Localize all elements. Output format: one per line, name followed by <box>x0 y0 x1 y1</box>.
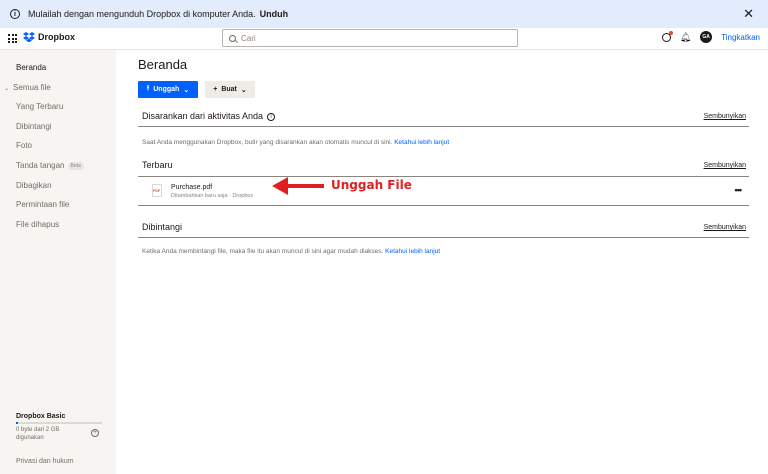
sidebar-item-photos[interactable]: Foto <box>16 141 32 150</box>
divider <box>138 205 749 206</box>
create-label: Buat <box>221 86 237 93</box>
banner-download-link[interactable]: Unduh <box>260 9 289 19</box>
upload-button[interactable]: ⭱ Unggah ⌄ <box>138 81 198 98</box>
storage-usage-text: 0 byte dari 2 GB digunakan <box>16 427 60 441</box>
sidebar-item-label: Semua file <box>13 83 51 92</box>
sidebar-item-all-files[interactable]: ⌄ Semua file <box>4 83 51 92</box>
header-actions: 🔔︎ GA Tingkatkan <box>661 30 760 43</box>
sidebar: Beranda ⌄ Semua file Yang Terbaru Dibinta… <box>0 50 116 474</box>
divider <box>138 126 749 127</box>
more-options-icon[interactable]: ••• <box>735 185 743 195</box>
plan-name: Dropbox Basic <box>16 413 66 420</box>
bell-icon[interactable]: 🔔︎ <box>680 32 691 43</box>
add-storage-icon[interactable]: + <box>91 429 99 437</box>
download-banner: i Mulailah dengan mengunduh Dropbox di k… <box>0 0 768 28</box>
sidebar-item-shared[interactable]: Dibagikan <box>16 181 52 190</box>
sidebar-item-label: Tanda tangan <box>16 161 65 170</box>
divider <box>138 237 749 238</box>
create-button[interactable]: + Buat ⌄ <box>205 81 255 98</box>
divider <box>138 176 749 177</box>
suggested-description: Saat Anda menggunakan Dropbox, butir yan… <box>142 139 449 146</box>
plus-icon: + <box>213 86 218 93</box>
notification-dot-icon[interactable] <box>661 30 673 42</box>
avatar[interactable]: GA <box>700 31 713 43</box>
upload-label: Unggah <box>153 86 180 93</box>
dropbox-logo-icon <box>23 32 35 42</box>
close-icon[interactable]: ✕ <box>743 7 754 20</box>
starred-learn-more-link[interactable]: Ketahui lebih lanjut <box>385 248 440 255</box>
sidebar-item-signatures[interactable]: Tanda tangan Beta <box>16 161 84 170</box>
sidebar-item-starred[interactable]: Dibintangi <box>16 122 52 131</box>
page-title: Beranda <box>138 57 188 72</box>
recent-hide-button[interactable]: Sembunyikan <box>704 162 746 169</box>
brand-name: Dropbox <box>38 32 75 42</box>
starred-hide-button[interactable]: Sembunyikan <box>704 224 746 231</box>
info-icon[interactable]: i <box>267 112 276 121</box>
info-icon: i <box>10 9 20 19</box>
chevron-down-icon: ⌄ <box>240 86 247 94</box>
starred-description: Ketika Anda membintangi file, maka file … <box>142 248 440 255</box>
suggested-title-text: Disarankan dari aktivitas Anda <box>142 111 264 121</box>
sidebar-item-home[interactable]: Beranda <box>16 63 46 72</box>
search-icon <box>229 34 236 42</box>
starred-text: Ketika Anda membintangi file, maka file … <box>142 248 384 255</box>
recent-section-title: Terbaru <box>142 160 173 170</box>
file-row[interactable]: Purchase.pdf Ditambahkan baru saja · Dro… <box>138 178 749 205</box>
suggested-learn-more-link[interactable]: Ketahui lebih lanjut <box>394 139 449 146</box>
beta-badge: Beta <box>67 161 84 170</box>
annotation-label: Unggah File <box>331 178 412 192</box>
suggested-section-title: Disarankan dari aktivitas Anda i <box>142 111 276 121</box>
search-placeholder: Cari <box>241 33 256 43</box>
suggested-text: Saat Anda menggunakan Dropbox, butir yan… <box>142 139 393 146</box>
app-grid-icon[interactable] <box>8 34 17 43</box>
storage-progress-fill <box>16 422 18 424</box>
banner-message: Mulailah dengan mengunduh Dropbox di kom… <box>28 9 256 19</box>
storage-progress-bar <box>16 422 102 424</box>
dropbox-logo[interactable]: Dropbox <box>23 32 75 42</box>
sidebar-item-deleted-files[interactable]: File dihapus <box>16 220 59 229</box>
sidebar-item-recent[interactable]: Yang Terbaru <box>16 102 63 111</box>
chevron-down-icon: ⌄ <box>183 86 190 94</box>
starred-section-title: Dibintangi <box>142 222 183 232</box>
privacy-link[interactable]: Privasi dan hukum <box>16 458 74 465</box>
upgrade-link[interactable]: Tingkatkan <box>721 33 760 42</box>
suggested-hide-button[interactable]: Sembunyikan <box>704 113 746 120</box>
sidebar-item-file-requests[interactable]: Permintaan file <box>16 200 69 209</box>
upload-icon: ⭱ <box>146 85 150 92</box>
file-name[interactable]: Purchase.pdf <box>171 184 212 191</box>
file-meta: Ditambahkan baru saja · Dropbox <box>171 193 254 199</box>
search-input[interactable]: Cari <box>222 29 518 47</box>
chevron-down-icon[interactable]: ⌄ <box>4 86 9 92</box>
pdf-file-icon <box>152 184 162 197</box>
